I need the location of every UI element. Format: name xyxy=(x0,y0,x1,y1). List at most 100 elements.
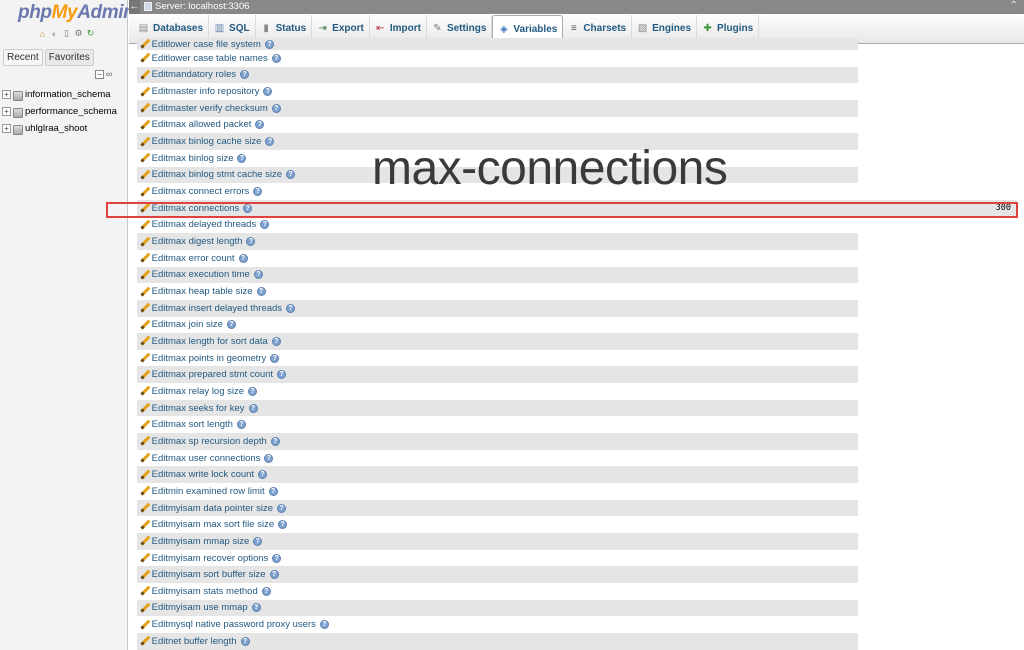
home-icon[interactable]: ⌂ xyxy=(37,28,48,39)
help-icon[interactable]: ? xyxy=(240,70,250,80)
edit-link[interactable]: Edit xyxy=(140,119,168,130)
help-icon[interactable]: ? xyxy=(265,137,275,147)
edit-link[interactable]: Edit xyxy=(140,153,168,164)
help-icon[interactable]: ? xyxy=(264,453,274,463)
scroll-up-icon[interactable]: ⌃ xyxy=(1010,0,1018,11)
help-icon[interactable]: ? xyxy=(260,220,270,230)
edit-link[interactable]: Edit xyxy=(140,436,168,447)
edit-link[interactable]: Edit xyxy=(140,86,168,97)
help-icon[interactable]: ? xyxy=(286,170,296,180)
edit-link[interactable]: Edit xyxy=(140,269,168,280)
variable-name: myisam stats method xyxy=(168,585,258,597)
help-icon[interactable]: ? xyxy=(248,386,258,396)
help-icon[interactable]: ? xyxy=(238,253,248,263)
edit-link[interactable]: Edit xyxy=(140,553,168,564)
edit-link[interactable]: Edit xyxy=(140,602,168,613)
tab-recent[interactable]: Recent xyxy=(3,49,43,66)
table-row: Edit max heap table size? xyxy=(137,283,858,300)
edit-link[interactable]: Edit xyxy=(140,569,168,580)
edit-link[interactable]: Edit xyxy=(140,53,168,64)
help-icon[interactable]: ? xyxy=(261,586,271,596)
help-icon[interactable]: ? xyxy=(278,520,288,530)
edit-link[interactable]: Edit xyxy=(140,303,168,314)
edit-link[interactable]: Edit xyxy=(140,536,168,547)
edit-link[interactable]: Edit xyxy=(140,419,168,430)
help-icon[interactable]: ? xyxy=(269,570,279,580)
help-icon[interactable]: ? xyxy=(277,370,287,380)
server-label[interactable]: Server: localhost:3306 xyxy=(155,1,250,12)
help-icon[interactable]: ? xyxy=(270,436,280,446)
help-icon[interactable]: ? xyxy=(270,353,280,363)
edit-link[interactable]: Edit xyxy=(140,586,168,597)
collapse-all-icon[interactable]: − xyxy=(95,70,104,79)
help-icon[interactable]: ? xyxy=(272,553,282,563)
help-icon[interactable]: ? xyxy=(237,153,247,163)
db-name[interactable]: performance_schema xyxy=(25,106,117,117)
edit-link[interactable]: Edit xyxy=(140,69,168,80)
help-icon[interactable]: ? xyxy=(286,303,296,313)
help-icon[interactable]: ? xyxy=(255,120,265,130)
edit-link[interactable]: Edit xyxy=(140,103,168,114)
edit-link[interactable]: Edit xyxy=(140,469,168,480)
edit-link[interactable]: Edit xyxy=(140,253,168,264)
variable-name: max binlog cache size xyxy=(168,136,262,148)
help-icon[interactable]: ? xyxy=(253,536,263,546)
db-item[interactable]: + information_schema xyxy=(2,86,117,103)
docs-icon[interactable]: ▯ xyxy=(61,28,72,39)
expand-icon[interactable]: + xyxy=(2,90,11,99)
edit-link[interactable]: Edit xyxy=(140,486,168,497)
expand-icon[interactable]: + xyxy=(2,124,11,133)
help-icon[interactable]: ? xyxy=(268,486,278,496)
help-icon[interactable]: ? xyxy=(271,53,281,63)
edit-link[interactable]: Edit xyxy=(140,39,168,50)
help-icon[interactable]: ? xyxy=(271,336,281,346)
phpmyadmin-logo[interactable]: phpMyAdmin xyxy=(18,2,135,24)
help-icon[interactable]: ? xyxy=(236,420,246,430)
help-icon[interactable]: ? xyxy=(258,470,268,480)
link-with-main-icon[interactable]: ∞ xyxy=(106,70,112,79)
pencil-icon xyxy=(140,39,150,49)
tab-label: Settings xyxy=(446,23,487,34)
reload-icon[interactable]: ↻ xyxy=(85,28,96,39)
edit-link[interactable]: Edit xyxy=(140,453,168,464)
server-breadcrumb[interactable]: Server: localhost:3306 xyxy=(144,1,250,12)
edit-link[interactable]: Edit xyxy=(140,336,168,347)
help-icon[interactable]: ? xyxy=(256,287,266,297)
help-icon[interactable]: ? xyxy=(264,39,274,49)
db-name[interactable]: uhlglraa_shoot xyxy=(25,123,87,134)
help-icon[interactable]: ? xyxy=(240,636,250,646)
edit-link[interactable]: Edit xyxy=(140,636,168,647)
help-icon[interactable]: ? xyxy=(226,320,236,330)
help-icon[interactable]: ? xyxy=(277,503,287,513)
edit-link[interactable]: Edit xyxy=(140,219,168,230)
help-icon[interactable]: ? xyxy=(251,603,261,613)
edit-link[interactable]: Edit xyxy=(140,236,168,247)
edit-link[interactable]: Edit xyxy=(140,519,168,530)
edit-link[interactable]: Edit xyxy=(140,503,168,514)
expand-icon[interactable]: + xyxy=(2,107,11,116)
db-name[interactable]: information_schema xyxy=(25,89,111,100)
edit-link[interactable]: Edit xyxy=(140,319,168,330)
help-icon[interactable]: ? xyxy=(319,620,329,630)
edit-link[interactable]: Edit xyxy=(140,353,168,364)
help-icon[interactable]: ? xyxy=(253,187,263,197)
edit-link[interactable]: Edit xyxy=(140,619,168,630)
db-item[interactable]: + performance_schema xyxy=(2,103,117,120)
help-icon[interactable]: ? xyxy=(263,87,273,97)
edit-link[interactable]: Edit xyxy=(140,403,168,414)
edit-link[interactable]: Edit xyxy=(140,286,168,297)
edit-link[interactable]: Edit xyxy=(140,186,168,197)
tab-favorites[interactable]: Favorites xyxy=(44,49,94,66)
db-item[interactable]: + uhlglraa_shoot xyxy=(2,120,117,137)
help-icon[interactable]: ? xyxy=(246,237,256,247)
edit-link[interactable]: Edit xyxy=(140,136,168,147)
collapse-panel-icon[interactable]: ← xyxy=(129,0,140,14)
edit-link[interactable]: Edit xyxy=(140,369,168,380)
settings-icon[interactable]: ⚙ xyxy=(73,28,84,39)
edit-link[interactable]: Edit xyxy=(140,386,168,397)
help-icon[interactable]: ? xyxy=(271,103,281,113)
help-icon[interactable]: ? xyxy=(248,403,258,413)
help-icon[interactable]: ? xyxy=(253,270,263,280)
logout-icon[interactable]: ◐ xyxy=(49,28,60,39)
edit-link[interactable]: Edit xyxy=(140,169,168,180)
